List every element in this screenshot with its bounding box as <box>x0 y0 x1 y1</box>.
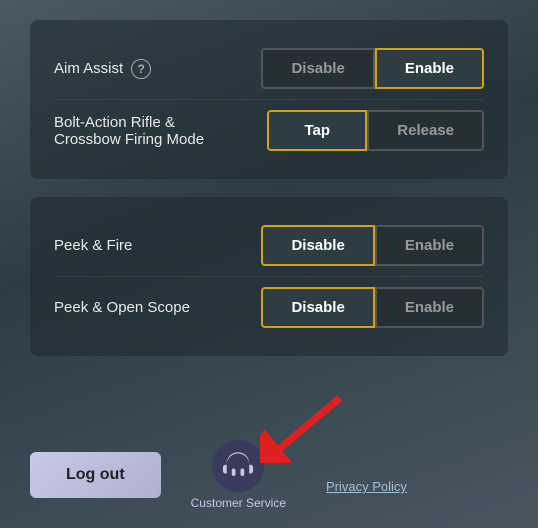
aim-assist-disable-btn[interactable]: Disable <box>261 48 374 89</box>
peek-fire-label: Peek & Fire <box>54 237 261 254</box>
peek-scope-btn-group: Disable Enable <box>261 287 484 328</box>
bolt-action-line2: Crossbow Firing Mode <box>54 131 204 148</box>
peek-scope-text: Peek & Open Scope <box>54 299 190 316</box>
peek-fire-btn-group: Disable Enable <box>261 225 484 266</box>
peek-fire-text: Peek & Fire <box>54 237 132 254</box>
peek-fire-row: Peek & Fire Disable Enable <box>54 215 484 276</box>
aim-assist-label: Aim Assist ? <box>54 59 261 79</box>
bolt-action-tap-btn[interactable]: Tap <box>267 110 367 151</box>
section-peek: Peek & Fire Disable Enable Peek & Open S… <box>30 197 508 356</box>
peek-scope-enable-btn[interactable]: Enable <box>375 287 484 328</box>
bolt-action-btn-group: Tap Release <box>267 110 484 151</box>
peek-fire-disable-btn[interactable]: Disable <box>261 225 374 266</box>
peek-fire-enable-btn[interactable]: Enable <box>375 225 484 266</box>
privacy-policy-link[interactable]: Privacy Policy <box>326 479 407 510</box>
aim-assist-row: Aim Assist ? Disable Enable <box>54 38 484 99</box>
logout-button[interactable]: Log out <box>30 452 161 498</box>
bolt-action-release-btn[interactable]: Release <box>367 110 484 151</box>
section-aim: Aim Assist ? Disable Enable Bolt-Action … <box>30 20 508 179</box>
aim-assist-btn-group: Disable Enable <box>261 48 484 89</box>
customer-service-label: Customer Service <box>191 496 286 510</box>
bolt-action-label: Bolt-Action Rifle & Crossbow Firing Mode <box>54 114 267 148</box>
customer-service-icon <box>212 440 264 492</box>
peek-scope-disable-btn[interactable]: Disable <box>261 287 374 328</box>
aim-assist-text: Aim Assist <box>54 60 123 77</box>
aim-assist-enable-btn[interactable]: Enable <box>375 48 484 89</box>
bolt-action-text: Bolt-Action Rifle & Crossbow Firing Mode <box>54 114 204 148</box>
peek-scope-row: Peek & Open Scope Disable Enable <box>54 276 484 338</box>
bolt-action-row: Bolt-Action Rifle & Crossbow Firing Mode… <box>54 99 484 161</box>
peek-scope-label: Peek & Open Scope <box>54 299 261 316</box>
arrow-indicator <box>260 393 350 468</box>
aim-assist-help-icon[interactable]: ? <box>131 59 151 79</box>
settings-content: Aim Assist ? Disable Enable Bolt-Action … <box>0 0 538 394</box>
bolt-action-line1: Bolt-Action Rifle & <box>54 114 175 131</box>
headset-icon <box>223 451 253 481</box>
